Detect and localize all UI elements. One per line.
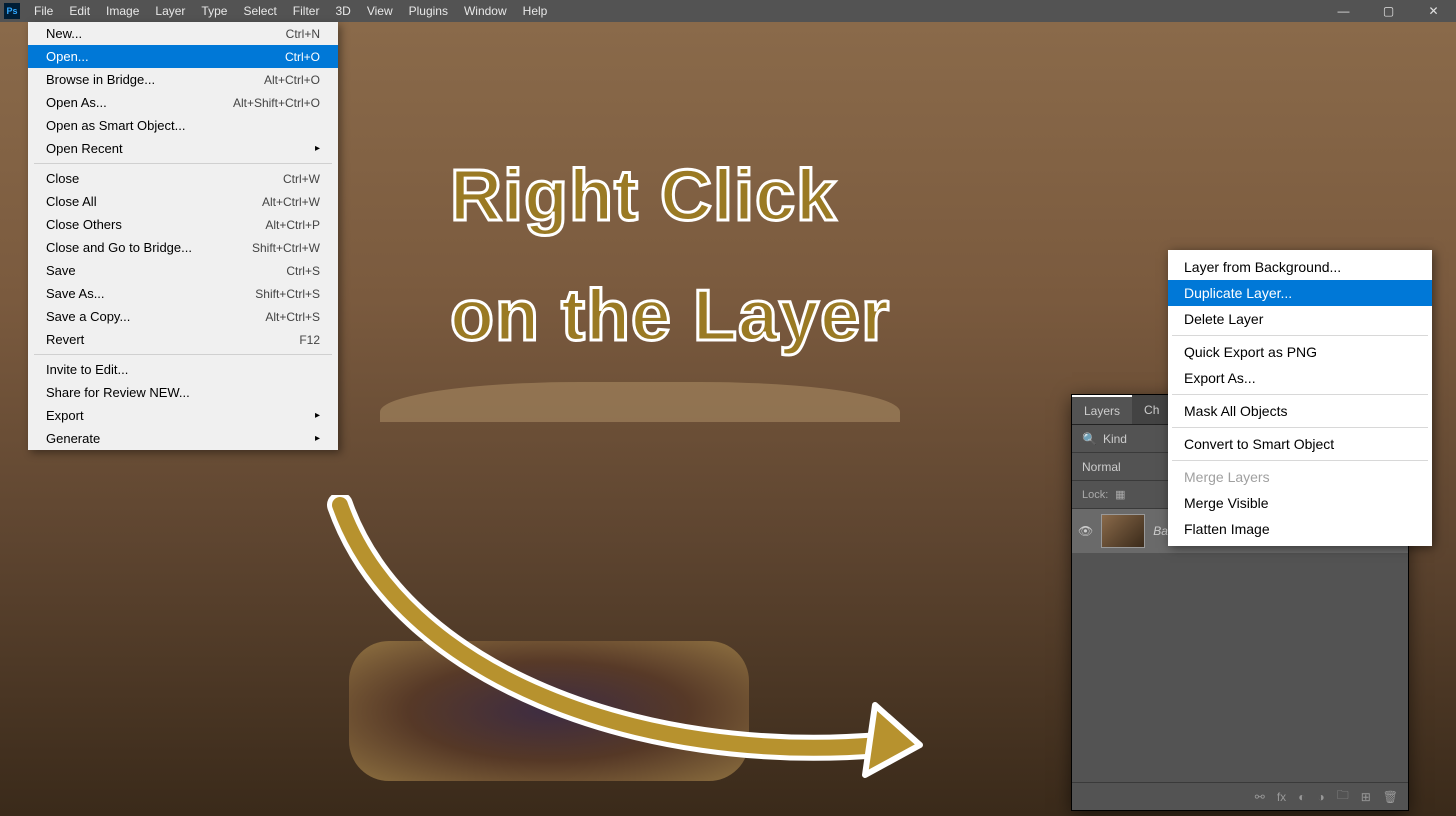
maximize-button[interactable]: ▢ xyxy=(1366,0,1411,22)
ctx-quick-export-as-png[interactable]: Quick Export as PNG xyxy=(1168,339,1432,365)
file-menu-close[interactable]: CloseCtrl+W xyxy=(28,167,338,190)
ctx-duplicate-layer[interactable]: Duplicate Layer... xyxy=(1168,280,1432,306)
menu-window[interactable]: Window xyxy=(456,0,515,22)
file-menu-share-for-review-new[interactable]: Share for Review NEW... xyxy=(28,381,338,404)
file-menu-close-all[interactable]: Close AllAlt+Ctrl+W xyxy=(28,190,338,213)
minimize-button[interactable]: — xyxy=(1321,0,1366,22)
ctx-mask-all-objects[interactable]: Mask All Objects xyxy=(1168,398,1432,424)
app-logo: Ps xyxy=(4,3,20,19)
file-menu-invite-to-edit[interactable]: Invite to Edit... xyxy=(28,358,338,381)
mask-icon[interactable]: ◐ xyxy=(1298,790,1305,804)
file-menu-browse-in-bridge[interactable]: Browse in Bridge...Alt+Ctrl+O xyxy=(28,68,338,91)
menu-type[interactable]: Type xyxy=(193,0,235,22)
ctx-merge-layers: Merge Layers xyxy=(1168,464,1432,490)
file-menu-open-recent[interactable]: Open Recent xyxy=(28,137,338,160)
annotation-line-2: on the Layer xyxy=(450,275,890,357)
layer-context-menu: Layer from Background...Duplicate Layer.… xyxy=(1168,250,1432,546)
file-menu-open-as[interactable]: Open As...Alt+Shift+Ctrl+O xyxy=(28,91,338,114)
blend-mode-dropdown[interactable]: Normal xyxy=(1082,460,1121,474)
file-menu-revert[interactable]: RevertF12 xyxy=(28,328,338,351)
layer-thumbnail xyxy=(1101,514,1145,548)
tab-channels[interactable]: Ch xyxy=(1132,395,1171,424)
ctx-merge-visible[interactable]: Merge Visible xyxy=(1168,490,1432,516)
file-menu-save-as[interactable]: Save As...Shift+Ctrl+S xyxy=(28,282,338,305)
menu-filter[interactable]: Filter xyxy=(285,0,328,22)
menu-help[interactable]: Help xyxy=(515,0,556,22)
search-icon: 🔍 xyxy=(1082,432,1097,446)
file-menu-close-others[interactable]: Close OthersAlt+Ctrl+P xyxy=(28,213,338,236)
file-menu-new[interactable]: New...Ctrl+N xyxy=(28,22,338,45)
menu-file[interactable]: File xyxy=(26,0,61,22)
new-layer-icon[interactable]: ⊞ xyxy=(1361,790,1371,804)
ctx-layer-from-background[interactable]: Layer from Background... xyxy=(1168,254,1432,280)
ctx-export-as[interactable]: Export As... xyxy=(1168,365,1432,391)
annotation-arrow xyxy=(320,495,940,785)
menu-image[interactable]: Image xyxy=(98,0,147,22)
kind-filter-label[interactable]: Kind xyxy=(1103,432,1127,446)
file-menu-open-as-smart-object[interactable]: Open as Smart Object... xyxy=(28,114,338,137)
delete-layer-icon[interactable]: 🗑 xyxy=(1383,790,1398,804)
link-layers-icon[interactable]: ⚯ xyxy=(1255,790,1265,804)
lock-transparency-icon[interactable]: ▦ xyxy=(1112,487,1128,503)
menu-3d[interactable]: 3D xyxy=(327,0,358,22)
fx-icon[interactable]: fx xyxy=(1277,790,1286,804)
ctx-flatten-image[interactable]: Flatten Image xyxy=(1168,516,1432,542)
close-button[interactable]: ✕ xyxy=(1411,0,1456,22)
file-menu-export[interactable]: Export xyxy=(28,404,338,427)
tab-layers[interactable]: Layers xyxy=(1072,395,1132,424)
ctx-delete-layer[interactable]: Delete Layer xyxy=(1168,306,1432,332)
file-menu-close-and-go-to-bridge[interactable]: Close and Go to Bridge...Shift+Ctrl+W xyxy=(28,236,338,259)
menu-view[interactable]: View xyxy=(359,0,401,22)
visibility-eye-icon[interactable]: 👁 xyxy=(1078,524,1093,538)
file-menu-save-a-copy[interactable]: Save a Copy...Alt+Ctrl+S xyxy=(28,305,338,328)
file-menu-generate[interactable]: Generate xyxy=(28,427,338,450)
adjustment-icon[interactable]: ◑ xyxy=(1317,790,1324,804)
annotation-line-1: Right Click xyxy=(450,155,837,237)
ctx-convert-to-smart-object[interactable]: Convert to Smart Object xyxy=(1168,431,1432,457)
file-menu-open[interactable]: Open...Ctrl+O xyxy=(28,45,338,68)
lock-label: Lock: xyxy=(1082,489,1108,501)
menu-plugins[interactable]: Plugins xyxy=(401,0,456,22)
menubar: Ps FileEditImageLayerTypeSelectFilter3DV… xyxy=(0,0,1456,22)
menu-select[interactable]: Select xyxy=(235,0,284,22)
group-icon[interactable]: 🗀 xyxy=(1337,786,1349,807)
menu-layer[interactable]: Layer xyxy=(147,0,193,22)
file-menu: New...Ctrl+NOpen...Ctrl+OBrowse in Bridg… xyxy=(28,22,338,450)
file-menu-save[interactable]: SaveCtrl+S xyxy=(28,259,338,282)
menu-edit[interactable]: Edit xyxy=(61,0,98,22)
